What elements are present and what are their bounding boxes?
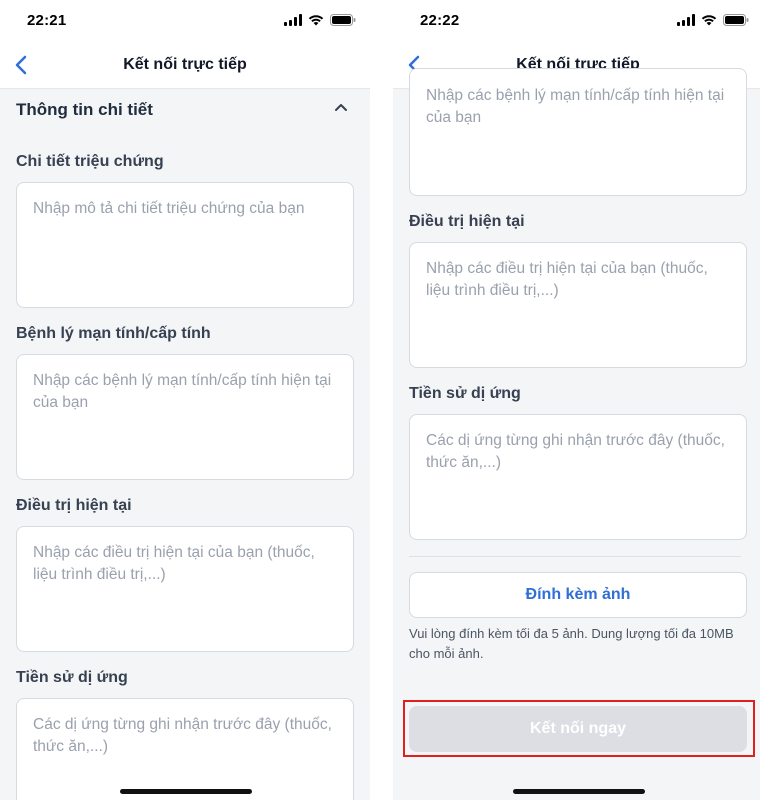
current-treatment-input[interactable]: Nhập các điều trị hiện tại của bạn (thuố…	[16, 526, 354, 652]
signal-icon	[677, 14, 695, 26]
chronic-condition-input[interactable]: Nhập các bệnh lý mạn tính/cấp tính hiện …	[409, 68, 747, 196]
section-title: Thông tin chi tiết	[16, 100, 153, 119]
attach-photo-button[interactable]: Đính kèm ảnh	[409, 572, 747, 618]
highlight-box	[403, 700, 755, 757]
current-treatment-label: Điều trị hiện tại	[16, 497, 132, 514]
wifi-icon	[308, 15, 324, 26]
wifi-icon	[701, 15, 717, 26]
status-time: 22:22	[420, 12, 460, 29]
current-treatment-placeholder: Nhập các điều trị hiện tại của bạn (thuố…	[33, 544, 315, 583]
home-indicator	[513, 789, 645, 794]
battery-icon	[330, 14, 356, 26]
allergy-placeholder: Các dị ứng từng ghi nhận trước đây (thuố…	[426, 432, 725, 471]
status-bar: 22:21	[0, 0, 370, 42]
divider	[409, 556, 741, 557]
current-treatment-label: Điều trị hiện tại	[409, 213, 525, 230]
allergy-input[interactable]: Các dị ứng từng ghi nhận trước đây (thuố…	[16, 698, 354, 800]
chronic-condition-input[interactable]: Nhập các bệnh lý mạn tính/cấp tính hiện …	[16, 354, 354, 480]
current-treatment-input[interactable]: Nhập các điều trị hiện tại của bạn (thuố…	[409, 242, 747, 368]
allergy-placeholder: Các dị ứng từng ghi nhận trước đây (thuố…	[33, 716, 332, 755]
home-indicator	[120, 789, 252, 794]
attach-note: Vui lòng đính kèm tối đa 5 ảnh. Dung lượ…	[409, 626, 734, 661]
symptom-input[interactable]: Nhập mô tả chi tiết triệu chứng của bạn	[16, 182, 354, 308]
signal-icon	[284, 14, 302, 26]
left-screen: 22:21 Kết nối trực tiếp Thông tin chi ti…	[0, 0, 370, 800]
form-content: Thông tin chi tiết Chi tiết triệu chứng …	[0, 89, 370, 800]
battery-icon	[723, 14, 749, 26]
section-header[interactable]: Thông tin chi tiết	[0, 89, 370, 133]
form-content: Nhập các bệnh lý mạn tính/cấp tính hiện …	[393, 68, 760, 800]
nav-bar: Kết nối trực tiếp	[0, 42, 370, 89]
allergy-label: Tiền sử dị ứng	[409, 385, 521, 402]
chevron-up-icon[interactable]	[334, 102, 348, 112]
symptom-placeholder: Nhập mô tả chi tiết triệu chứng của bạn	[33, 200, 305, 217]
chronic-condition-placeholder: Nhập các bệnh lý mạn tính/cấp tính hiện …	[426, 87, 725, 126]
current-treatment-placeholder: Nhập các điều trị hiện tại của bạn (thuố…	[426, 260, 708, 299]
status-bar: 22:22	[393, 0, 760, 42]
symptom-label: Chi tiết triệu chứng	[16, 153, 164, 170]
right-screen: 22:22 Kết nối trực tiếp Nhập các bệnh lý…	[393, 0, 760, 800]
chronic-condition-label: Bệnh lý mạn tính/cấp tính	[16, 325, 211, 342]
allergy-label: Tiền sử dị ứng	[16, 669, 128, 686]
status-time: 22:21	[27, 12, 67, 29]
allergy-input[interactable]: Các dị ứng từng ghi nhận trước đây (thuố…	[409, 414, 747, 540]
page-title: Kết nối trực tiếp	[123, 56, 247, 73]
chronic-condition-placeholder: Nhập các bệnh lý mạn tính/cấp tính hiện …	[33, 372, 332, 411]
